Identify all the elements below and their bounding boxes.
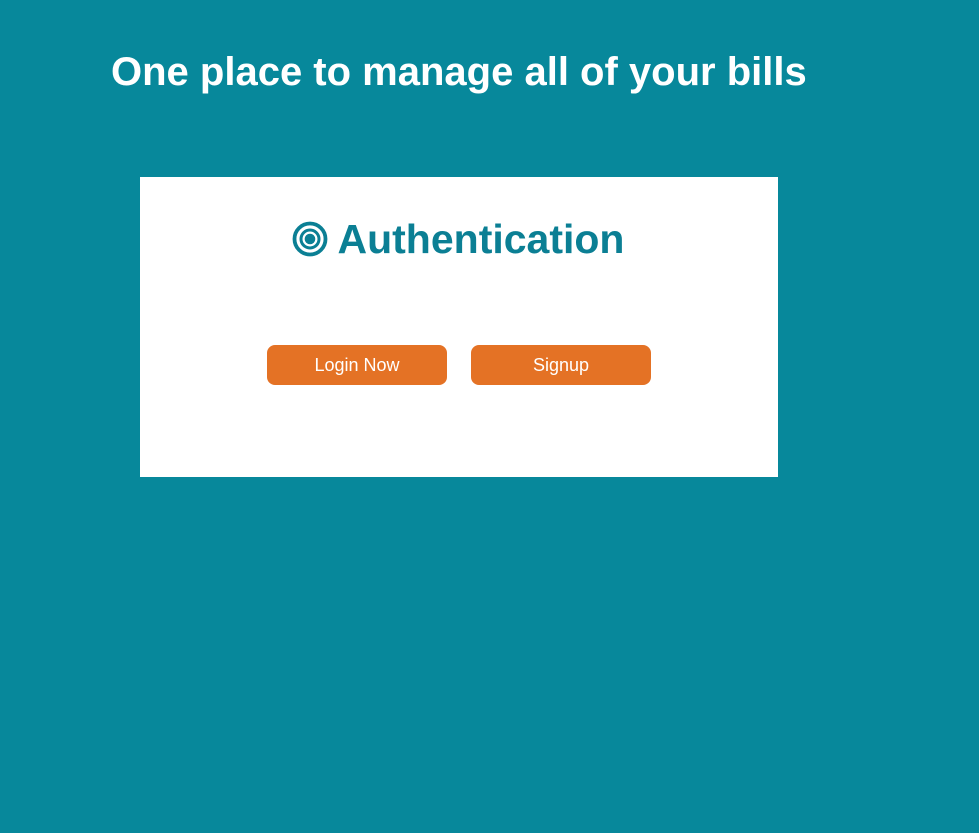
signup-button[interactable]: Signup (471, 345, 651, 385)
page-headline: One place to manage all of your bills (111, 50, 807, 94)
target-icon (292, 221, 328, 257)
login-now-button[interactable]: Login Now (267, 345, 447, 385)
page: One place to manage all of your bills Au… (0, 0, 979, 833)
authentication-card: Authentication Login Now Signup (140, 177, 778, 477)
authentication-title: Authentication (337, 216, 625, 262)
authentication-heading: Authentication (140, 215, 778, 263)
